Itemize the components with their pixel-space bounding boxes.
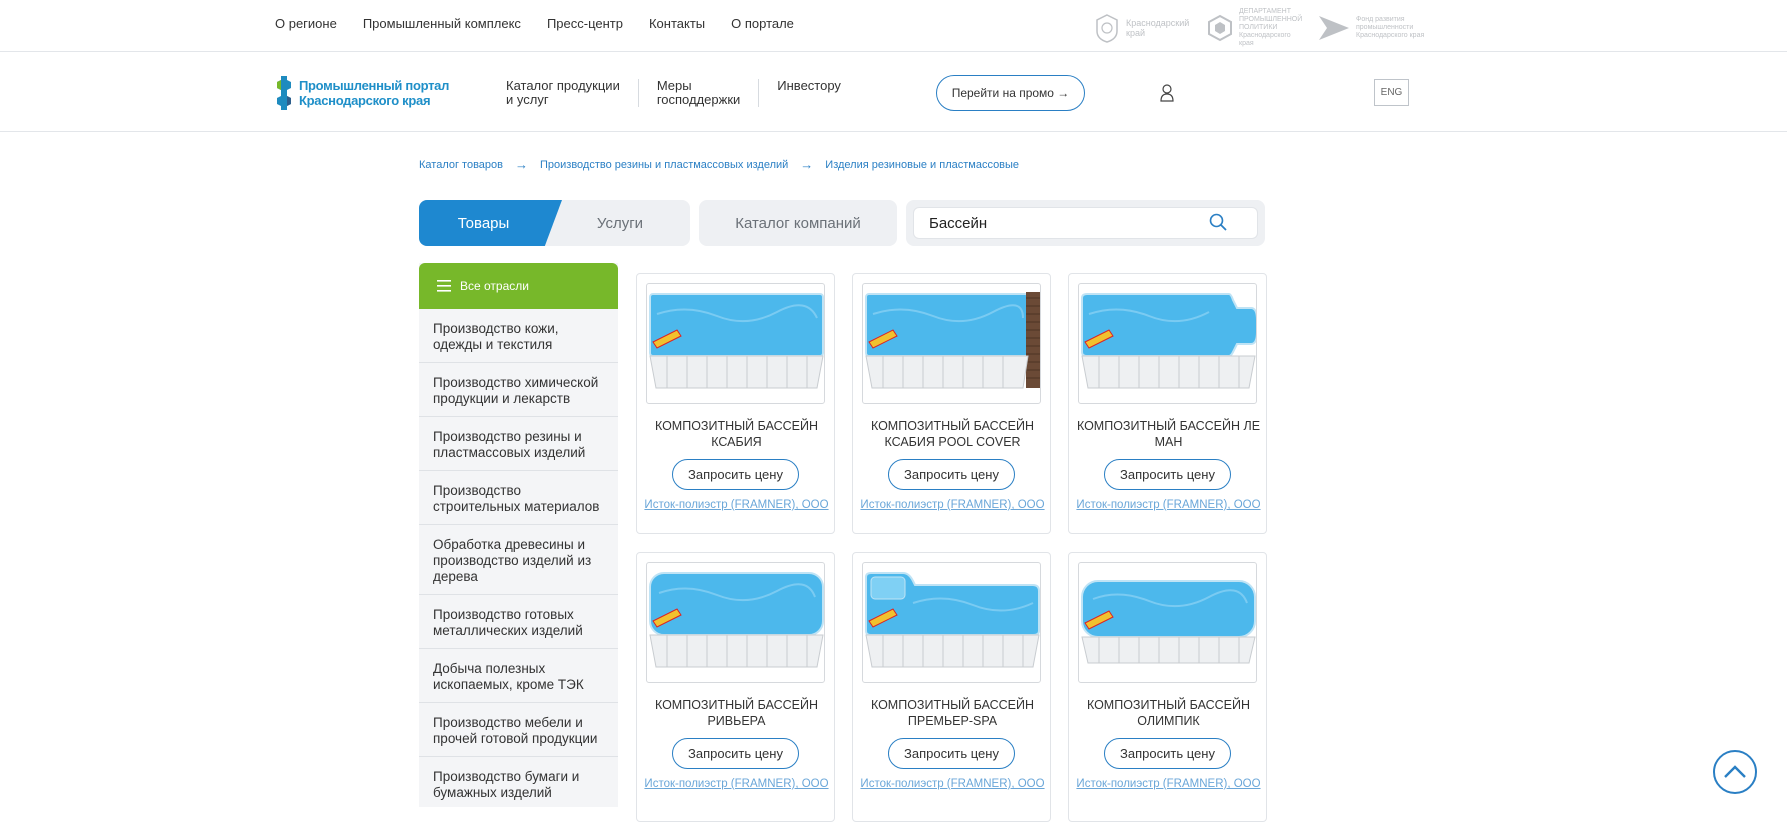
scroll-to-top-button[interactable] <box>1713 750 1757 794</box>
request-price-button[interactable]: Запросить цену <box>672 738 799 769</box>
product-image[interactable] <box>646 562 825 683</box>
sidebar-item-mining[interactable]: Добыча полезных ископаемых, кроме ТЭК <box>419 649 618 703</box>
company-link[interactable]: Исток-полиэстр (FRAMNER), ООО <box>853 778 1052 790</box>
breadcrumb-item[interactable]: Изделия резиновые и пластмассовые <box>825 159 1019 171</box>
tab-goods[interactable]: Товары <box>419 200 562 246</box>
product-title[interactable]: КОМПОЗИТНЫЙ БАССЕЙН КСАБИЯ POOL COVER <box>859 418 1046 450</box>
product-title[interactable]: КОМПОЗИТНЫЙ БАССЕЙН ЛЕ МАН <box>1075 418 1262 450</box>
tab-services[interactable]: Услуги <box>562 200 690 246</box>
company-link[interactable]: Исток-полиэстр (FRAMNER), ООО <box>637 778 836 790</box>
coat-of-arms-icon <box>1096 14 1118 43</box>
goods-services-switch: Товары Услуги <box>419 200 690 246</box>
request-price-button[interactable]: Запросить цену <box>1104 738 1231 769</box>
gear-logo-icon <box>277 76 291 110</box>
language-switch-button[interactable]: ENG <box>1374 79 1409 106</box>
industry-sidebar: Все отрасли Производство кожи, одежды и … <box>419 263 618 807</box>
sidebar-item-rubber-plastics[interactable]: Производство резины и пластмассовых изде… <box>419 417 618 471</box>
breadcrumb-item[interactable]: Каталог товаров <box>419 159 503 171</box>
sidebar-item-metal-products[interactable]: Производство готовых металлических издел… <box>419 595 618 649</box>
sidebar-item-leather-textile[interactable]: Производство кожи, одежды и текстиля <box>419 309 618 363</box>
nav-item-label: Каталог продукции <box>506 78 620 93</box>
sidebar-item-furniture[interactable]: Производство мебели и прочей готовой про… <box>419 703 618 757</box>
breadcrumb-separator: → <box>800 157 814 172</box>
search-input[interactable] <box>913 207 1258 239</box>
product-card[interactable]: КОМПОЗИТНЫЙ БАССЕЙН ЛЕ МАН Запросить цен… <box>1068 273 1267 534</box>
company-link[interactable]: Исток-полиэстр (FRAMNER), ООО <box>1069 499 1268 511</box>
request-price-button[interactable]: Запросить цену <box>1104 459 1231 490</box>
partner-label: Краснодарский край <box>1126 18 1190 38</box>
product-title[interactable]: КОМПОЗИТНЫЙ БАССЕЙН ОЛИМПИК <box>1075 697 1262 729</box>
sidebar-item-building-materials[interactable]: Производство строительных материалов <box>419 471 618 525</box>
promo-button[interactable]: Перейти на промо → <box>936 75 1085 111</box>
product-title[interactable]: КОМПОЗИТНЫЙ БАССЕЙН КСАБИЯ <box>643 418 830 450</box>
topnav-item-press-center[interactable]: Пресс-центр <box>547 16 623 31</box>
search-icon[interactable] <box>1209 213 1227 231</box>
nav-item-catalog[interactable]: Каталог продукции и услуг <box>506 79 638 107</box>
site-header: Промышленный портал Краснодарского края … <box>0 52 1787 132</box>
breadcrumb-separator: → <box>515 157 528 172</box>
request-price-button[interactable]: Запросить цену <box>672 459 799 490</box>
tab-company-catalog[interactable]: Каталог компаний <box>699 200 897 246</box>
breadcrumb-item[interactable]: Производство резины и пластмассовых изде… <box>540 159 788 171</box>
chevron-up-icon <box>1724 765 1746 778</box>
partner-label: Фонд развития промышленности Краснодарск… <box>1356 16 1425 39</box>
menu-icon <box>437 280 451 292</box>
product-card[interactable]: КОМПОЗИТНЫЙ БАССЕЙН КСАБИЯ Запросить цен… <box>636 273 835 534</box>
top-bar: О регионе Промышленный комплекс Пресс-це… <box>0 0 1787 52</box>
product-card[interactable]: КОМПОЗИТНЫЙ БАССЕЙН КСАБИЯ POOL COVER За… <box>852 273 1051 534</box>
partner-krasnodar-krai[interactable]: Краснодарский край <box>1093 13 1196 43</box>
topnav-item-region[interactable]: О регионе <box>275 16 337 31</box>
nav-item-label: и услуг <box>506 92 549 107</box>
product-card[interactable]: КОМПОЗИТНЫЙ БАССЕЙН ОЛИМПИК Запросить це… <box>1068 552 1267 822</box>
logo-line-1: Промышленный портал <box>299 78 450 93</box>
user-icon[interactable] <box>1160 84 1174 102</box>
sidebar-item-chemicals[interactable]: Производство химической продукции и лека… <box>419 363 618 417</box>
topnav-item-contacts[interactable]: Контакты <box>649 16 705 31</box>
request-price-button[interactable]: Запросить цену <box>888 459 1015 490</box>
product-image[interactable] <box>646 283 825 404</box>
company-link[interactable]: Исток-полиэстр (FRAMNER), ООО <box>1069 778 1268 790</box>
partner-industrial-policy-dept[interactable]: ДЕПАРТАМЕНТ ПРОМЫШЛЕННОЙ ПОЛИТИКИ Красно… <box>1206 8 1307 48</box>
topnav-item-industrial-complex[interactable]: Промышленный комплекс <box>363 16 521 31</box>
sidebar-item-wood[interactable]: Обработка древесины и производство издел… <box>419 525 618 595</box>
top-nav: О регионе Промышленный комплекс Пресс-це… <box>275 16 794 31</box>
partner-industry-fund[interactable]: Фонд развития промышленности Краснодарск… <box>1317 14 1438 42</box>
product-image[interactable] <box>862 562 1041 683</box>
nav-item-investor[interactable]: Инвестору <box>758 79 859 107</box>
product-image[interactable] <box>1078 283 1257 404</box>
partner-logos: Краснодарский край ДЕПАРТАМЕНТ ПРОМЫШЛЕН… <box>1093 8 1438 48</box>
logo-text: Промышленный портал Краснодарского края <box>299 78 449 108</box>
arrow-logo-icon <box>1319 16 1349 40</box>
product-image[interactable] <box>1078 562 1257 683</box>
topnav-item-about-portal[interactable]: О портале <box>731 16 794 31</box>
company-link[interactable]: Исток-полиэстр (FRAMNER), ООО <box>853 499 1052 511</box>
search-box <box>906 200 1265 246</box>
main-nav: Каталог продукции и услуг Меры господдер… <box>506 79 859 107</box>
partner-label: ДЕПАРТАМЕНТ ПРОМЫШЛЕННОЙ ПОЛИТИКИ Красно… <box>1239 8 1303 47</box>
sidebar-item-paper[interactable]: Производство бумаги и бумажных изделий <box>419 757 618 807</box>
product-card[interactable]: КОМПОЗИТНЫЙ БАССЕЙН РИВЬЕРА Запросить це… <box>636 552 835 822</box>
product-card[interactable]: КОМПОЗИТНЫЙ БАССЕЙН ПРЕМЬЕР-SPA Запросит… <box>852 552 1051 822</box>
product-title[interactable]: КОМПОЗИТНЫЙ БАССЕЙН РИВЬЕРА <box>643 697 830 729</box>
nav-item-label: Инвестору <box>777 78 841 93</box>
product-title[interactable]: КОМПОЗИТНЫЙ БАССЕЙН ПРЕМЬЕР-SPA <box>859 697 1046 729</box>
breadcrumb: Каталог товаров → Производство резины и … <box>419 157 1019 172</box>
all-industries-button[interactable]: Все отрасли <box>419 263 618 309</box>
portal-logo[interactable]: Промышленный портал Краснодарского края <box>273 74 449 112</box>
nav-item-label: господдержки <box>656 92 741 107</box>
hexagon-logo-icon <box>1208 14 1232 42</box>
request-price-button[interactable]: Запросить цену <box>888 738 1015 769</box>
company-link[interactable]: Исток-полиэстр (FRAMNER), ООО <box>637 499 836 511</box>
product-image[interactable] <box>862 283 1041 404</box>
logo-line-2: Краснодарского края <box>299 93 431 108</box>
all-industries-label: Все отрасли <box>460 279 529 293</box>
nav-item-support-measures[interactable]: Меры господдержки <box>637 78 758 107</box>
nav-item-label: Меры <box>656 78 692 93</box>
